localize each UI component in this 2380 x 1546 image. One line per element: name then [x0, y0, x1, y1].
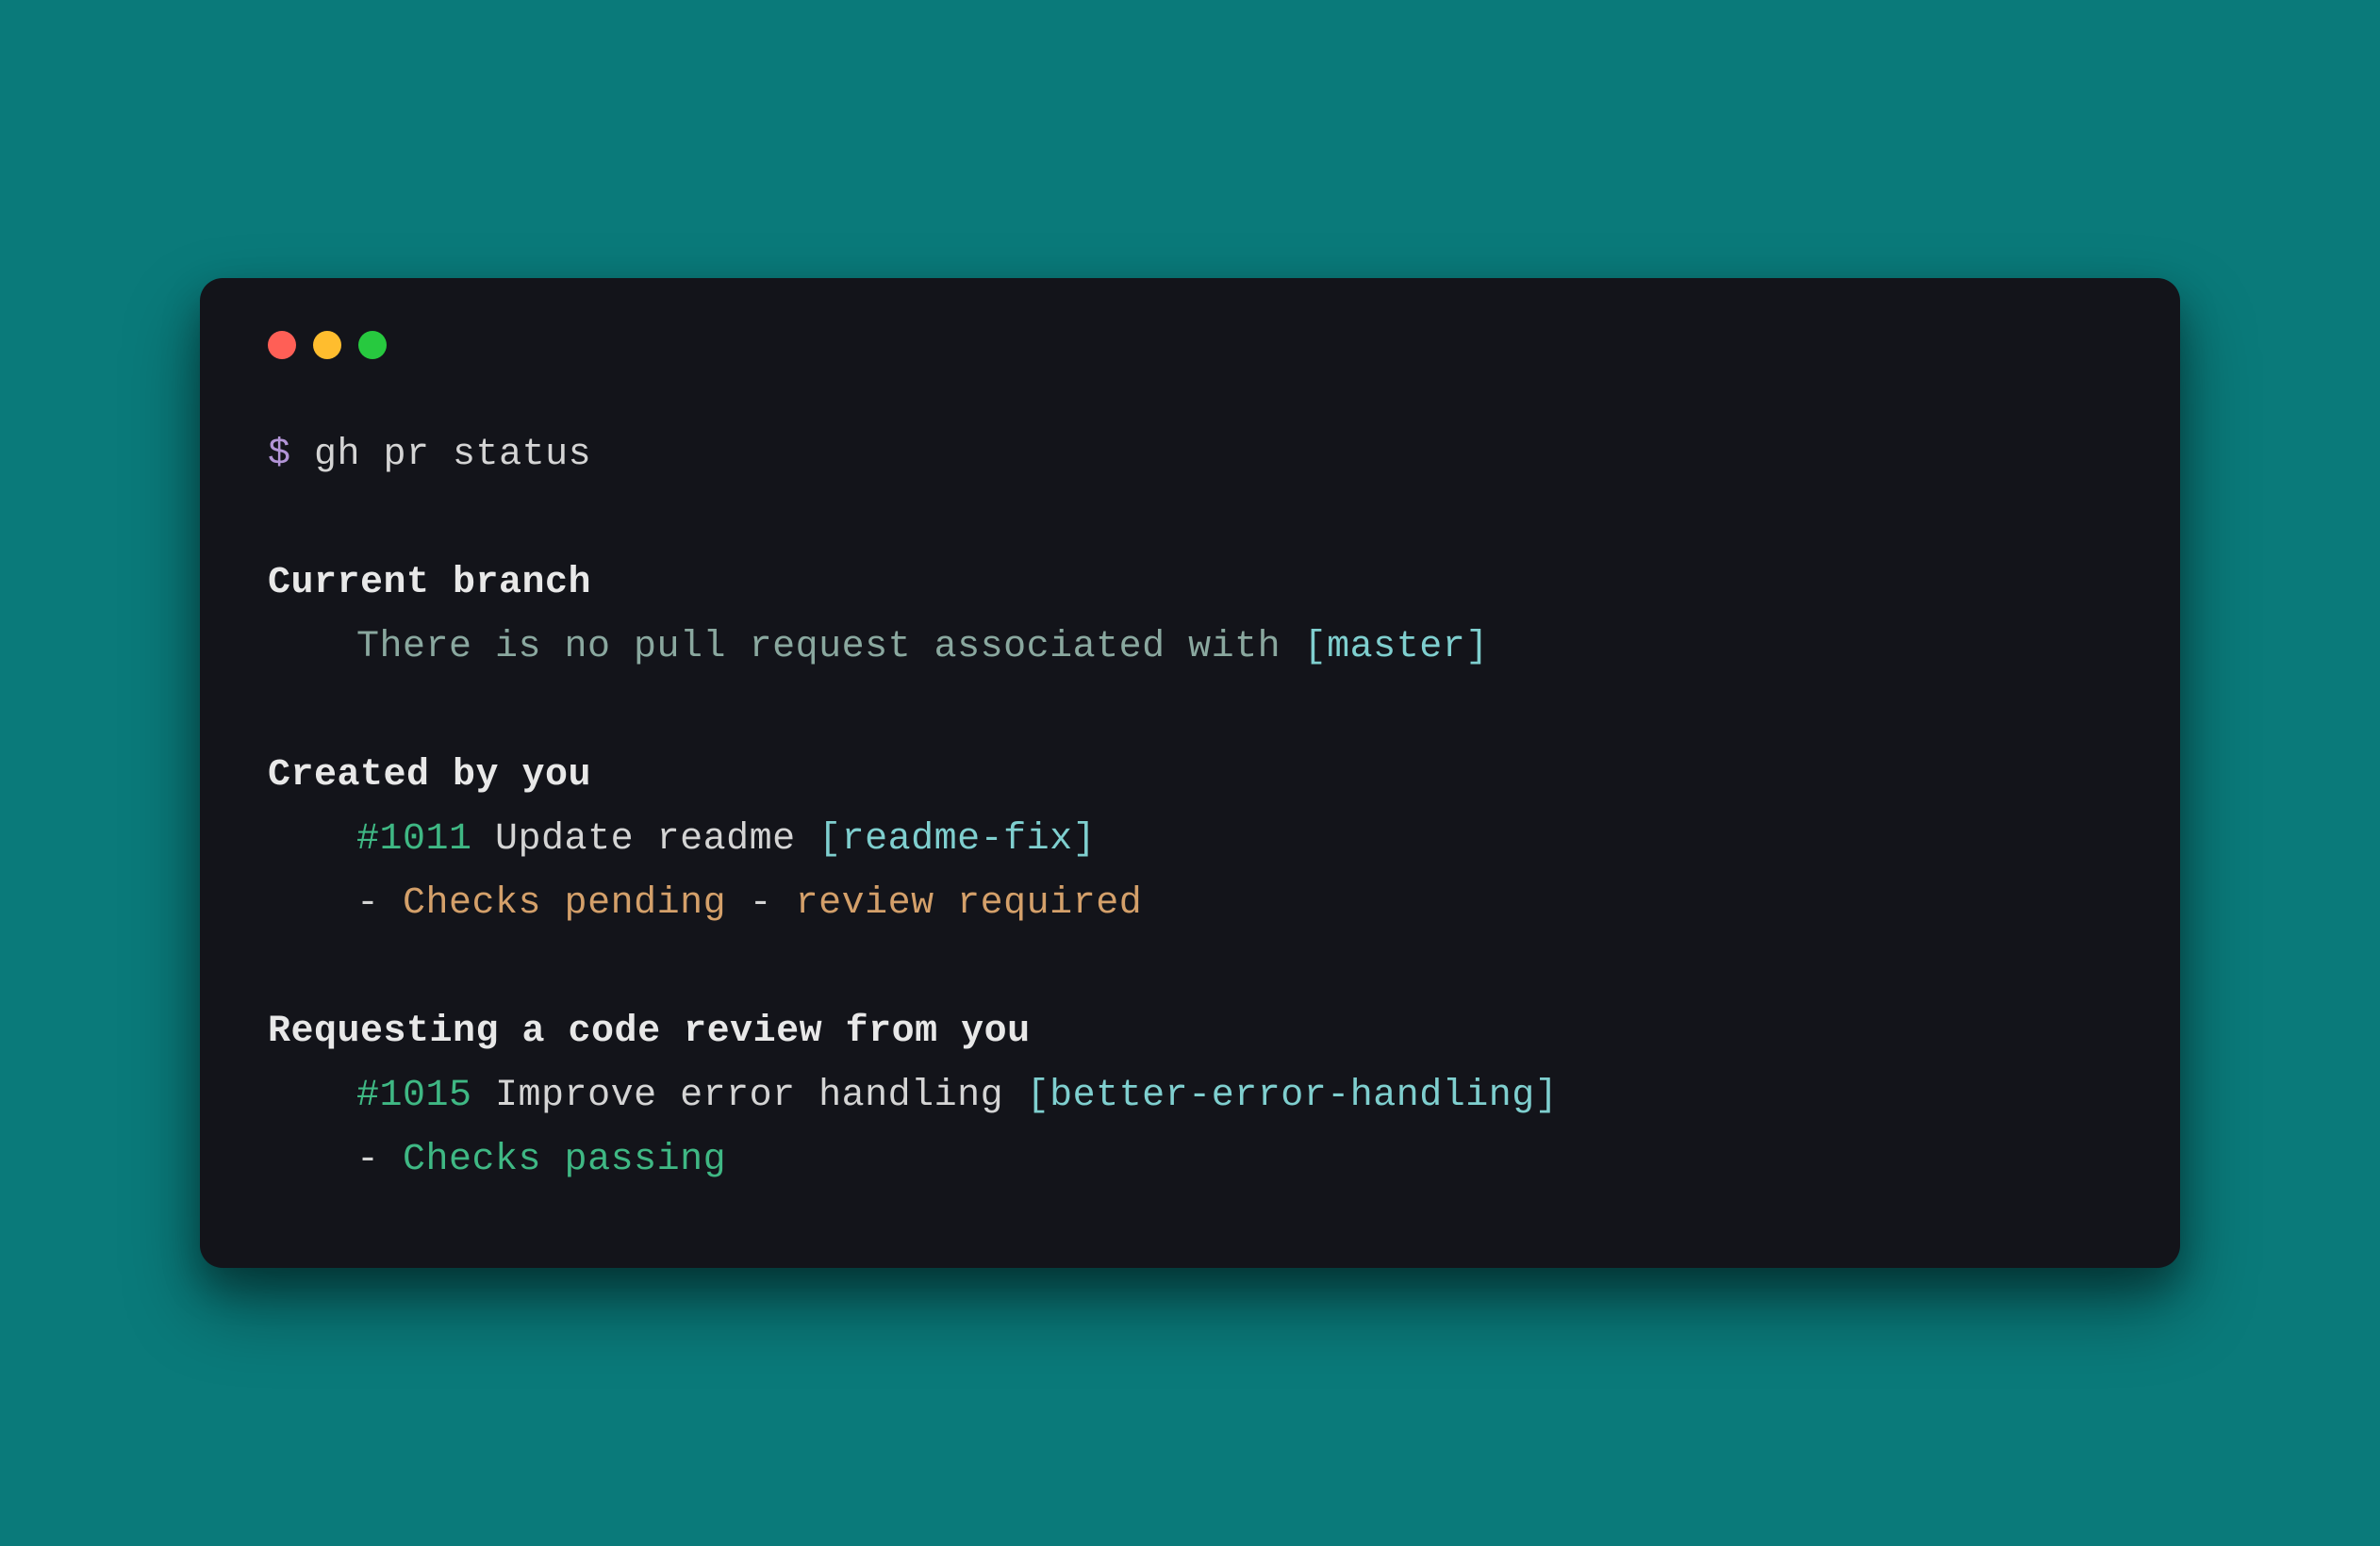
section-header: Current branch — [268, 551, 2112, 616]
command-prompt-line: $ gh pr status — [268, 423, 2112, 487]
section-header: Created by you — [268, 744, 2112, 808]
branch-name: [better-error-handling] — [1027, 1075, 1559, 1117]
prompt-symbol: $ — [268, 434, 291, 476]
current-branch-section: Current branch There is no pull request … — [268, 551, 2112, 680]
pr-line: #1011 Update readme [readme-fix] — [268, 808, 2112, 872]
pr-number: #1015 — [356, 1075, 472, 1117]
branch-name: [readme-fix] — [818, 818, 1096, 861]
review-required-status: review required — [796, 882, 1143, 925]
checks-passing-status: Checks passing — [403, 1139, 726, 1181]
pr-status-line: - Checks passing — [268, 1128, 2112, 1192]
created-by-you-section: Created by you #1011 Update readme [read… — [268, 744, 2112, 936]
status-dash: - — [356, 882, 380, 925]
pr-line: #1015 Improve error handling [better-err… — [268, 1064, 2112, 1128]
status-dash: - — [356, 1139, 380, 1181]
requesting-review-section: Requesting a code review from you #1015 … — [268, 1000, 2112, 1192]
status-dash: - — [750, 882, 773, 925]
pr-title: Update readme — [495, 818, 796, 861]
window-controls — [268, 331, 2112, 359]
terminal-content: $ gh pr status Current branch There is n… — [268, 423, 2112, 1192]
branch-name: [master] — [1304, 626, 1489, 668]
pr-title: Improve error handling — [495, 1075, 1003, 1117]
checks-pending-status: Checks pending — [403, 882, 726, 925]
minimize-icon[interactable] — [313, 331, 341, 359]
maximize-icon[interactable] — [358, 331, 387, 359]
close-icon[interactable] — [268, 331, 296, 359]
no-pr-message: There is no pull request associated with — [356, 626, 1304, 668]
terminal-window: $ gh pr status Current branch There is n… — [200, 278, 2180, 1268]
command-text: gh pr status — [314, 434, 591, 476]
pr-status-line: - Checks pending - review required — [268, 872, 2112, 936]
current-branch-message: There is no pull request associated with… — [268, 616, 2112, 680]
section-header: Requesting a code review from you — [268, 1000, 2112, 1064]
pr-number: #1011 — [356, 818, 472, 861]
